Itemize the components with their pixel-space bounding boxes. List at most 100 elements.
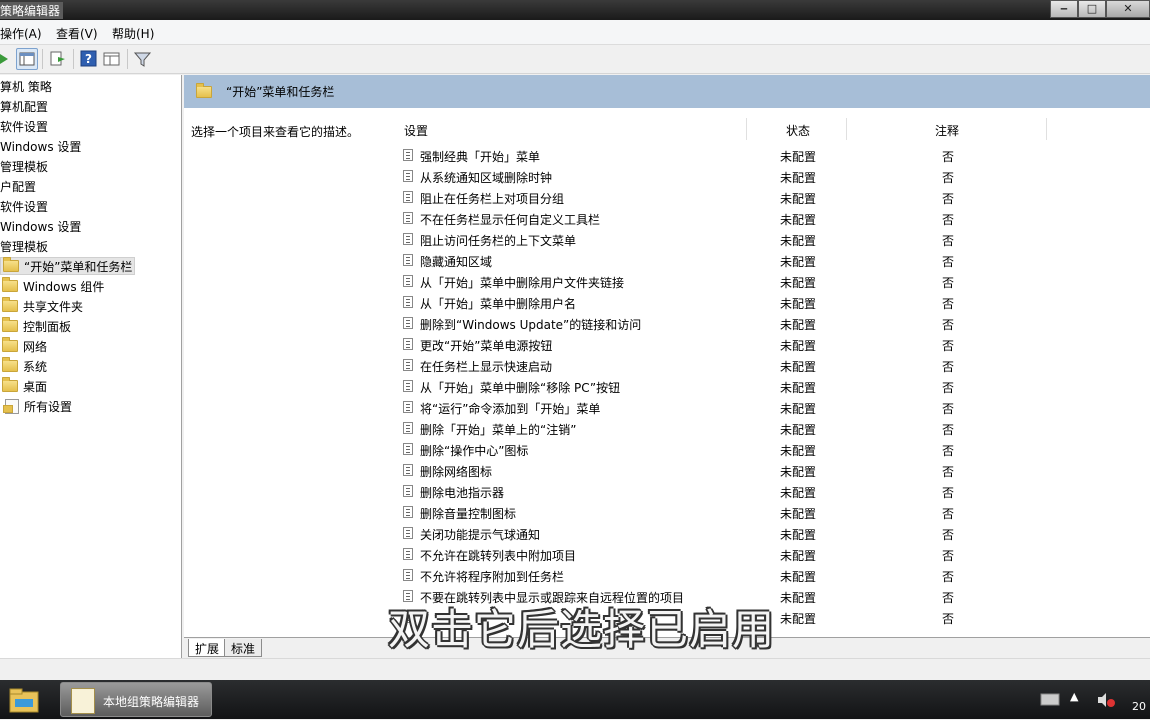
taskbar-item-label: 本地组策略编辑器 — [103, 695, 200, 709]
setting-row[interactable]: 删除「开始」菜单上的“注销” 未配置 否 — [388, 418, 1150, 439]
tree-item[interactable]: 网络 — [0, 337, 47, 355]
setting-row[interactable]: 删除“操作中心”图标 未配置 否 — [388, 439, 1150, 460]
setting-row[interactable]: 在任务栏上显示快速启动 未配置 否 — [388, 355, 1150, 376]
system-tray: ▲ 20 — [1040, 680, 1150, 719]
setting-state: 未配置 — [780, 486, 817, 500]
tree-item[interactable]: 管理模板 — [0, 237, 48, 255]
description-text: 选择一个项目来查看它的描述。 — [191, 125, 360, 139]
policy-setting-icon — [403, 485, 413, 497]
tree-item[interactable]: 软件设置 — [0, 197, 48, 215]
column-header-row: 设置 状态 注释 — [388, 108, 1150, 140]
video-subtitle: 双击它后选择已启用 — [388, 605, 776, 654]
tab-standard[interactable]: 标准 — [224, 639, 263, 657]
taskbar: 本地组策略编辑器 ▲ 20 — [0, 680, 1150, 719]
console-tree: 算机 策略 算机配置 软件设置 Windows 设置 管理模板 户配置 软件设置 Window… — [0, 75, 182, 658]
explorer-button[interactable] — [6, 683, 42, 717]
setting-row[interactable]: 删除音量控制图标 未配置 否 — [388, 502, 1150, 523]
export-list-button[interactable] — [47, 48, 69, 70]
menu-view[interactable]: 查看(V) — [56, 25, 98, 42]
setting-comment: 否 — [942, 591, 955, 605]
setting-row[interactable]: 从「开始」菜单中删除“移除 PC”按钮 未配置 否 — [388, 376, 1150, 397]
gpedit-icon — [71, 688, 95, 714]
tree-item[interactable]: 共享文件夹 — [0, 297, 83, 315]
setting-row[interactable]: 删除电池指示器 未配置 否 — [388, 481, 1150, 502]
setting-row[interactable]: 阻止在任务栏上对项目分组 未配置 否 — [388, 187, 1150, 208]
maximize-button[interactable]: □ — [1078, 0, 1106, 18]
tree-item[interactable]: 软件设置 — [0, 117, 48, 135]
policy-setting-icon — [403, 422, 413, 434]
setting-row[interactable]: 不允许将程序附加到任务栏 未配置 否 — [388, 565, 1150, 586]
setting-row[interactable]: 更改“开始”菜单电源按钮 未配置 否 — [388, 334, 1150, 355]
setting-comment: 否 — [942, 549, 955, 563]
tree-item[interactable]: 控制面板 — [0, 317, 71, 335]
setting-comment: 否 — [942, 150, 955, 164]
setting-row[interactable]: 强制经典「开始」菜单 未配置 否 — [388, 145, 1150, 166]
tree-item-label: “开始”菜单和任务栏 — [24, 259, 133, 274]
setting-state: 未配置 — [780, 465, 817, 479]
setting-row[interactable]: 隐藏通知区域 未配置 否 — [388, 250, 1150, 271]
policy-setting-icon — [403, 401, 413, 413]
show-hide-tree-button[interactable] — [16, 48, 38, 70]
tray-arrow-icon[interactable]: ▲ — [1070, 690, 1078, 703]
tree-item[interactable]: 桌面 — [0, 377, 47, 395]
tree-item[interactable]: 算机配置 — [0, 97, 48, 115]
menu-help[interactable]: 帮助(H) — [112, 25, 154, 42]
column-divider[interactable] — [1046, 118, 1047, 140]
setting-comment: 否 — [942, 381, 955, 395]
setting-row[interactable]: 将“运行”命令添加到「开始」菜单 未配置 否 — [388, 397, 1150, 418]
tree-item-label: 桌面 — [23, 379, 48, 394]
column-comment[interactable]: 注释 — [935, 122, 959, 139]
details-header: “开始”菜单和任务栏 — [184, 75, 1150, 108]
setting-state: 未配置 — [780, 570, 817, 584]
setting-row[interactable]: 关闭功能提示气球通知 未配置 否 — [388, 523, 1150, 544]
setting-row[interactable]: 不允许在跳转列表中附加项目 未配置 否 — [388, 544, 1150, 565]
filter-button[interactable] — [132, 48, 154, 70]
tab-extended[interactable]: 扩展 — [188, 639, 227, 657]
tree-item-label: 系统 — [23, 359, 48, 374]
close-button[interactable]: ✕ — [1106, 0, 1150, 18]
tree-item[interactable]: 算机 策略 — [0, 77, 52, 95]
setting-comment: 否 — [942, 444, 955, 458]
setting-state: 未配置 — [780, 339, 817, 353]
tree-item-label: 户配置 — [0, 179, 37, 194]
setting-name: 强制经典「开始」菜单 — [420, 150, 541, 164]
clock-text[interactable]: 20 — [1132, 700, 1146, 713]
tree-item-label: 管理模板 — [0, 239, 49, 254]
column-divider[interactable] — [846, 118, 847, 140]
properties-view-button[interactable] — [101, 48, 123, 70]
tree-item-label: 共享文件夹 — [23, 299, 84, 314]
tree-item[interactable]: Windows 设置 — [0, 217, 81, 235]
taskbar-gpedit-button[interactable]: 本地组策略编辑器 — [60, 682, 212, 717]
tree-item-label: Windows 组件 — [23, 279, 105, 294]
setting-row[interactable]: 从系统通知区域删除时钟 未配置 否 — [388, 166, 1150, 187]
folder-icon — [3, 257, 19, 272]
tree-item[interactable]: “开始”菜单和任务栏 — [0, 257, 136, 275]
setting-row[interactable]: 从「开始」菜单中删除用户名 未配置 否 — [388, 292, 1150, 313]
setting-comment: 否 — [942, 423, 955, 437]
tree-item[interactable]: Windows 组件 — [0, 277, 104, 295]
tree-item[interactable]: 户配置 — [0, 177, 36, 195]
policy-setting-icon — [403, 380, 413, 392]
tree-item[interactable]: 系统 — [0, 357, 47, 375]
toolbar-separator — [127, 49, 128, 69]
setting-state: 未配置 — [780, 192, 817, 206]
tree-item-label: 控制面板 — [23, 319, 72, 334]
tree-item[interactable]: Windows 设置 — [0, 137, 81, 155]
column-setting[interactable]: 设置 — [404, 122, 428, 139]
column-state[interactable]: 状态 — [786, 122, 810, 139]
policy-setting-icon — [403, 191, 413, 203]
column-divider[interactable] — [746, 118, 747, 140]
menu-action[interactable]: 操作(A) — [0, 25, 42, 42]
setting-row[interactable]: 从「开始」菜单中删除用户文件夹链接 未配置 否 — [388, 271, 1150, 292]
setting-row[interactable]: 删除到“Windows Update”的链接和访问 未配置 否 — [388, 313, 1150, 334]
setting-row[interactable]: 不在任务栏显示任何自定义工具栏 未配置 否 — [388, 208, 1150, 229]
maximize-icon: □ — [1086, 2, 1098, 15]
setting-row[interactable]: 阻止访问任务栏的上下文菜单 未配置 否 — [388, 229, 1150, 250]
forward-button[interactable] — [0, 48, 14, 70]
properties-icon — [103, 52, 120, 66]
setting-row[interactable]: 删除网络图标 未配置 否 — [388, 460, 1150, 481]
tree-item[interactable]: 管理模板 — [0, 157, 48, 175]
tree-item[interactable]: 所有设置 — [0, 397, 72, 415]
minimize-button[interactable]: ‒ — [1050, 0, 1078, 18]
help-button[interactable]: ? — [78, 48, 100, 70]
